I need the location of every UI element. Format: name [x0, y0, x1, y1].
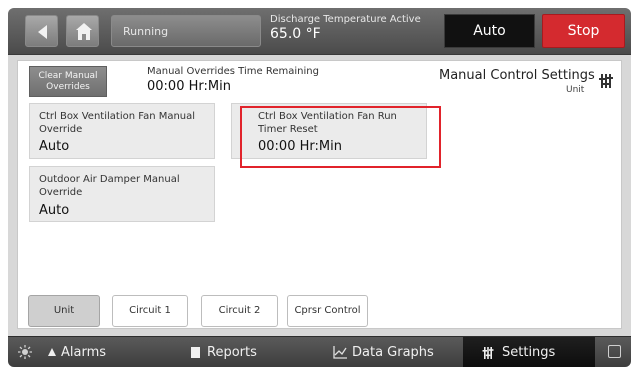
- discharge-value: 65.0 °F: [270, 26, 321, 42]
- tab-cprsr-control[interactable]: Cprsr Control: [287, 295, 368, 327]
- document-icon: [191, 347, 200, 358]
- auto-button[interactable]: Auto: [444, 14, 535, 48]
- screen-frame: Running Discharge Temperature Active 65.…: [0, 0, 639, 375]
- highlight-box: [240, 106, 441, 168]
- overrides-time-value: 00:00 Hr:Min: [147, 79, 231, 94]
- line-graph-icon: [333, 346, 347, 359]
- unit-status[interactable]: Running: [111, 15, 261, 47]
- nav-data-graphs[interactable]: Data Graphs: [325, 337, 462, 367]
- ventilation-fan-override-card[interactable]: Ctrl Box Ventilation Fan Manual Override…: [29, 103, 215, 159]
- card-title: Ctrl Box Ventilation Fan Manual Override: [39, 111, 196, 135]
- sun-icon[interactable]: [18, 345, 32, 359]
- stop-button[interactable]: Stop: [542, 14, 625, 48]
- nav-alarms-label: Alarms: [61, 345, 107, 360]
- top-bar: Running Discharge Temperature Active 65.…: [8, 8, 631, 55]
- sliders-icon[interactable]: [599, 74, 613, 88]
- nav-alarms[interactable]: Alarms: [42, 337, 176, 367]
- main-content: Clear Manual Overrides Manual Overrides …: [17, 60, 622, 329]
- nav-reports[interactable]: Reports: [180, 337, 320, 367]
- card-value: Auto: [39, 139, 70, 154]
- page-subtitle: Unit: [566, 85, 585, 95]
- outdoor-air-damper-override-card[interactable]: Outdoor Air Damper Manual Override Auto: [29, 166, 215, 222]
- tab-circuit-1[interactable]: Circuit 1: [112, 295, 188, 327]
- tab-unit[interactable]: Unit: [28, 295, 100, 327]
- app-window: Running Discharge Temperature Active 65.…: [8, 8, 631, 367]
- page-title: Manual Control Settings: [439, 68, 595, 83]
- bottom-nav: Alarms Reports Data Graphs Settings: [8, 336, 631, 367]
- nav-data-graphs-label: Data Graphs: [352, 345, 434, 360]
- discharge-label: Discharge Temperature Active: [270, 14, 421, 25]
- nav-reports-label: Reports: [207, 345, 257, 360]
- tab-circuit-2[interactable]: Circuit 2: [201, 295, 278, 327]
- home-button[interactable]: [66, 15, 99, 47]
- card-title: Outdoor Air Damper Manual Override: [39, 174, 180, 198]
- card-value: Auto: [39, 203, 70, 218]
- clear-manual-overrides-button[interactable]: Clear Manual Overrides: [29, 66, 107, 97]
- chevron-left-icon: [38, 25, 47, 39]
- bell-icon: [48, 348, 56, 356]
- nav-settings[interactable]: Settings: [463, 337, 595, 367]
- nav-settings-label: Settings: [502, 345, 556, 360]
- sliders-icon: [482, 347, 494, 359]
- overrides-time-label: Manual Overrides Time Remaining: [147, 66, 319, 77]
- chat-icon[interactable]: [608, 345, 621, 358]
- home-icon: [76, 23, 92, 40]
- discharge-temperature: Discharge Temperature Active 65.0 °F: [270, 14, 421, 42]
- back-button[interactable]: [25, 15, 58, 47]
